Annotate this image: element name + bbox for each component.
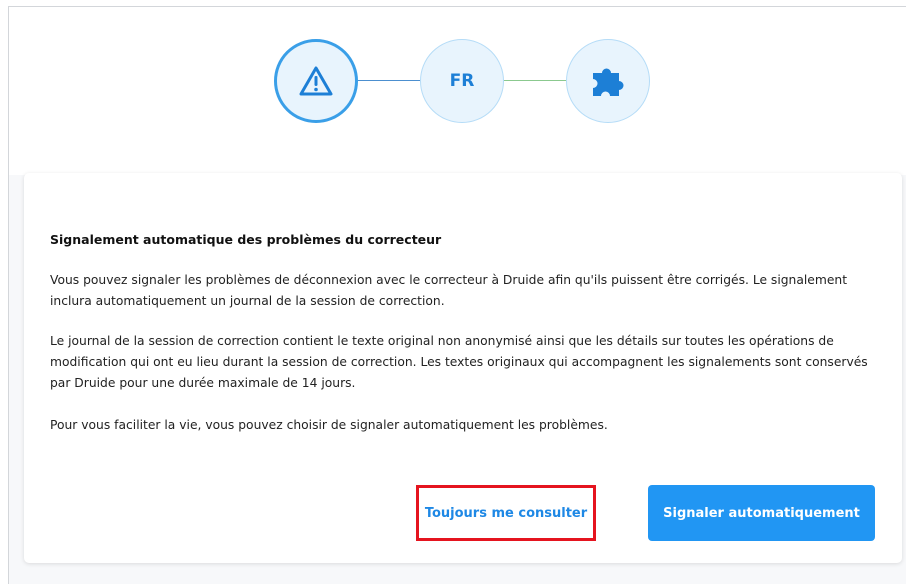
auto-report-button[interactable]: Signaler automatiquement	[648, 485, 875, 541]
stepper: FR	[9, 7, 906, 175]
puzzle-piece-icon	[593, 68, 624, 96]
dialog-title: Signalement automatique des problèmes du…	[50, 232, 442, 247]
always-ask-button[interactable]: Toujours me consulter	[416, 485, 596, 541]
language-label: FR	[449, 71, 475, 91]
step-warning	[274, 39, 358, 123]
step-connector	[358, 80, 420, 81]
step-connector	[504, 80, 566, 81]
warning-triangle-icon	[299, 66, 333, 96]
dialog-card: Signalement automatique des problèmes du…	[24, 173, 902, 563]
dialog-paragraph-2: Le journal de la session de correction c…	[50, 334, 868, 390]
dialog-paragraph-3: Pour vous faciliter la vie, vous pouvez …	[50, 418, 608, 432]
dialog-paragraph-1: Vous pouvez signaler les problèmes de dé…	[50, 273, 848, 308]
step-language: FR	[420, 39, 504, 123]
step-extension	[566, 39, 650, 123]
window: FR Signalement automatique des problèmes…	[8, 6, 906, 584]
